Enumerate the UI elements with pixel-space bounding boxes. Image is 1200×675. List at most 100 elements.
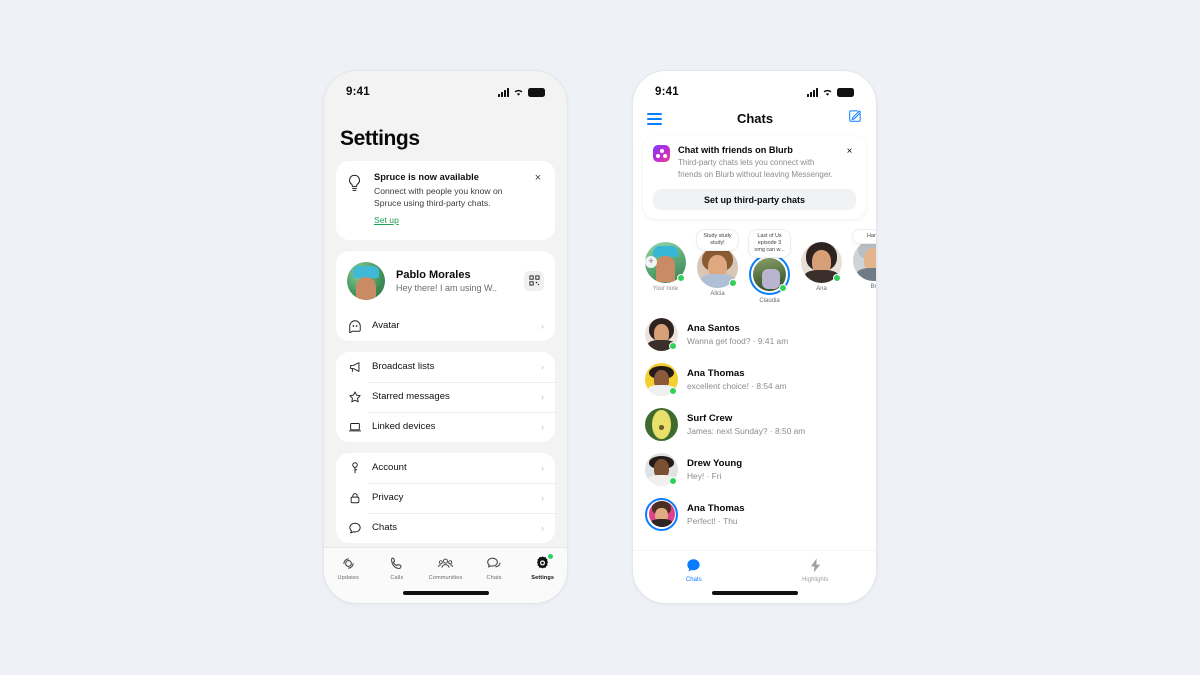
chat-name: Ana Santos (687, 322, 740, 334)
avatar (645, 362, 678, 396)
tab-label: Settings (531, 575, 555, 581)
profile-card: Pablo Morales Hey there! I am using W.. (336, 250, 555, 341)
phone-icon (391, 557, 402, 570)
setup-third-party-chats-button[interactable]: Set up third-party chats (653, 189, 856, 210)
tab-settings[interactable]: Settings (518, 554, 567, 581)
note-name: Ana (816, 286, 827, 292)
note-name: Your note (652, 286, 679, 292)
tab-label: Chats (685, 577, 702, 583)
note-name: Alicia (710, 290, 725, 297)
settings-row-privacy[interactable]: Privacy › (336, 482, 555, 513)
avatar (749, 253, 790, 295)
tab-communities[interactable]: Communities (421, 555, 470, 581)
online-status-dot (669, 341, 677, 350)
chevron-right-icon: › (541, 462, 544, 473)
avatar (801, 242, 842, 283)
chevron-right-icon: › (541, 492, 544, 503)
profile-status: Hey there! I am using W.. (396, 282, 498, 293)
profile-row[interactable]: Pablo Morales Hey there! I am using W.. (336, 251, 555, 311)
chat-name: Ana Thomas (687, 367, 745, 379)
tab-label: Updates (337, 575, 360, 581)
avatar (645, 452, 678, 486)
note-item-alicia[interactable]: Study study study! Alicia (695, 229, 740, 304)
settings-scroll: Settings Spruce is now available Connect… (324, 127, 567, 543)
promo-setup-link[interactable]: Set up (374, 215, 399, 225)
avatar (347, 261, 385, 300)
banner-close-icon[interactable]: × (843, 145, 856, 157)
tab-label: Communities (428, 575, 463, 581)
communities-icon (438, 558, 453, 568)
avatar: + (645, 242, 686, 283)
screenshot-canvas: 9:41 Settings Spruce is now available Co… (0, 0, 1200, 675)
chats-tab-bar: Chats Highlights (633, 551, 876, 603)
tab-highlights[interactable]: Highlights (755, 557, 877, 583)
tab-updates[interactable]: Updates (324, 555, 373, 581)
blurb-app-icon (653, 145, 670, 162)
chat-row-ana-santos[interactable]: Ana Santos Wanna get food? · 9:41 am (633, 312, 876, 357)
promo-close-icon[interactable]: × (531, 172, 545, 228)
online-status-dot (669, 476, 677, 485)
settings-row-label: Avatar (372, 320, 400, 332)
settings-row-account[interactable]: Account › (336, 453, 555, 483)
note-item-ana[interactable]: Ana (799, 229, 844, 304)
chat-name: Ana Thomas (687, 502, 745, 514)
add-note-icon[interactable]: + (645, 256, 657, 268)
signal-icon (807, 87, 818, 97)
chat-preview: Wanna get food? · 9:41 am (687, 335, 789, 346)
banner-description: Third-party chats lets you connect with … (678, 158, 833, 179)
avatar-icon (347, 319, 362, 333)
promo-title: Spruce is now available (374, 172, 479, 182)
updates-icon (343, 558, 354, 569)
settings-row-label: Chats (372, 522, 398, 534)
compose-icon[interactable] (848, 109, 862, 128)
settings-row-label: Broadcast lists (372, 361, 435, 373)
settings-row-starred-messages[interactable]: Starred messages › (336, 381, 555, 412)
notes-carousel[interactable]: + Your note Study study study! Alicia La… (633, 219, 876, 310)
note-name: Br (870, 284, 877, 290)
chat-bubble-icon (347, 521, 362, 535)
tab-calls[interactable]: Calls (373, 555, 422, 581)
chat-row-drew-young[interactable]: Drew Young Hey! · Fri (633, 447, 876, 492)
tab-chats[interactable]: Chats (633, 557, 755, 583)
chat-preview: James: next Sunday? · 8:50 am (687, 425, 806, 436)
qr-code-icon[interactable] (524, 270, 544, 291)
tab-chats[interactable]: Chats (470, 555, 519, 581)
online-status-dot (669, 386, 677, 395)
note-item-br[interactable]: Hang Br (851, 229, 876, 304)
signal-icon (498, 87, 509, 97)
tab-label: Calls (390, 575, 404, 581)
chevron-right-icon: › (541, 320, 544, 331)
status-icons (498, 87, 545, 97)
chat-preview: excellent choice! · 8:54 am (687, 380, 787, 391)
chevron-right-icon: › (541, 522, 544, 533)
wifi-icon (823, 89, 832, 96)
hamburger-menu-icon[interactable] (647, 112, 662, 125)
avatar (697, 246, 738, 288)
promo-description: Connect with people you know on Spruce u… (374, 186, 503, 209)
chat-row-surf-crew[interactable]: Surf Crew James: next Sunday? · 8:50 am (633, 402, 876, 447)
chats-icon (486, 557, 501, 568)
avatar (645, 407, 678, 441)
settings-row-avatar[interactable]: Avatar › (336, 311, 555, 341)
settings-row-label: Linked devices (372, 421, 436, 433)
online-status-dot (833, 274, 841, 282)
settings-row-broadcast-lists[interactable]: Broadcast lists › (336, 352, 555, 382)
note-item-claudia[interactable]: Last of Us episode 3 omg can w... Claudi… (747, 229, 792, 304)
notification-dot-badge (547, 554, 553, 559)
online-status-dot (729, 278, 737, 287)
profile-name: Pablo Morales (396, 268, 471, 281)
settings-row-chats[interactable]: Chats › (336, 512, 555, 543)
megaphone-icon (347, 360, 362, 374)
star-icon (347, 390, 362, 404)
chat-row-ana-thomas-2[interactable]: Ana Thomas Perfect! · Thu (633, 492, 876, 537)
chat-name: Surf Crew (687, 412, 733, 424)
status-icons (807, 87, 854, 97)
status-time: 9:41 (346, 86, 370, 98)
online-status-dot (779, 283, 787, 292)
settings-row-linked-devices[interactable]: Linked devices › (336, 411, 555, 442)
note-item-your-note[interactable]: + Your note (643, 229, 688, 304)
avatar (853, 240, 876, 281)
avatar (645, 317, 678, 351)
note-text: Last of Us episode 3 omg can w... (748, 229, 791, 258)
chat-row-ana-thomas-1[interactable]: Ana Thomas excellent choice! · 8:54 am (633, 357, 876, 402)
